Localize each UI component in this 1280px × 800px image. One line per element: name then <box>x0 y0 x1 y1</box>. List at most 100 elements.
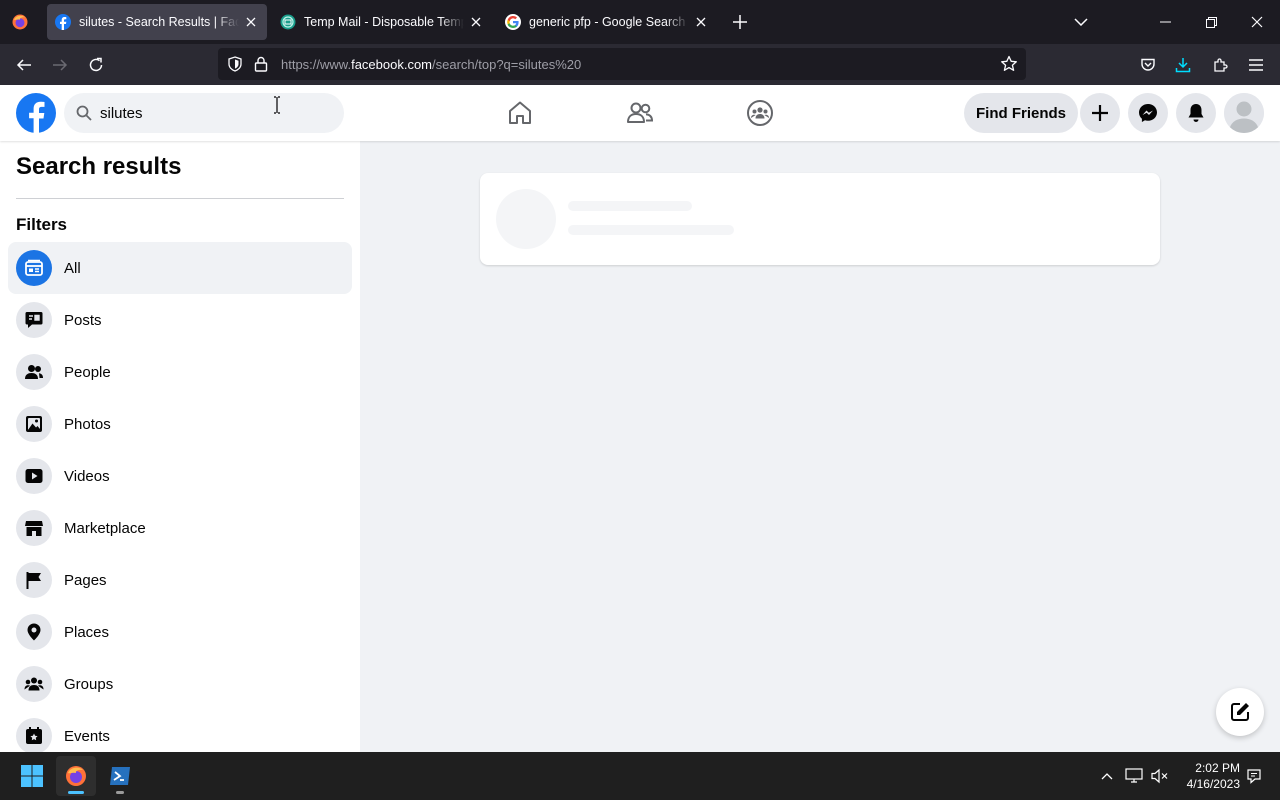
clock-date: 4/16/2023 <box>1186 777 1240 791</box>
filter-label: Videos <box>64 467 110 485</box>
home-icon <box>509 101 531 124</box>
facebook-favicon-icon <box>55 14 71 30</box>
messenger-icon <box>1139 104 1157 122</box>
search-results-sidebar: Search results Filters All Posts People … <box>0 141 360 752</box>
list-all-tabs-chevron-icon[interactable] <box>1071 12 1091 32</box>
active-app-indicator <box>68 791 84 794</box>
url-text[interactable]: https://www.facebook.com/search/top?q=si… <box>281 57 581 72</box>
skeleton-line <box>568 225 734 235</box>
posts-icon <box>16 302 52 338</box>
filter-label: People <box>64 363 111 381</box>
lock-icon[interactable] <box>254 56 268 72</box>
facebook-logo-icon[interactable] <box>16 93 56 133</box>
filter-label: Events <box>64 727 110 745</box>
browser-tab-strip: silutes - Search Results | Facebook Temp… <box>0 0 1280 44</box>
tab-facebook-search[interactable]: silutes - Search Results | Facebook <box>47 4 267 40</box>
groups-icon <box>16 666 52 702</box>
running-app-indicator <box>116 791 124 794</box>
tab-google-search[interactable]: generic pfp - Google Search <box>497 4 717 40</box>
groups-icon <box>747 100 773 126</box>
filter-videos[interactable]: Videos <box>8 450 352 502</box>
restore-window-icon[interactable] <box>1201 12 1221 32</box>
filter-marketplace[interactable]: Marketplace <box>8 502 352 554</box>
close-window-icon[interactable] <box>1247 12 1267 32</box>
tab-temp-mail[interactable]: Temp Mail - Disposable Temporary Email <box>272 4 492 40</box>
powershell-icon <box>110 767 130 785</box>
loading-result-card <box>480 173 1160 265</box>
search-results-main <box>360 141 1280 752</box>
firefox-icon <box>66 766 86 786</box>
reload-icon[interactable] <box>84 53 108 77</box>
filter-photos[interactable]: Photos <box>8 398 352 450</box>
skeleton-line <box>568 201 692 211</box>
url-host: facebook.com <box>351 57 433 72</box>
filters-heading: Filters <box>16 215 68 234</box>
groups-nav-button[interactable] <box>704 85 816 141</box>
hamburger-menu-icon[interactable] <box>1244 53 1268 77</box>
home-nav-button[interactable] <box>464 85 576 141</box>
search-input[interactable] <box>100 93 330 133</box>
browser-navigation-bar: https://www.facebook.com/search/top?q=si… <box>0 44 1280 85</box>
default-profile-icon <box>1224 93 1264 133</box>
facebook-search-box[interactable] <box>64 93 344 133</box>
taskbar-terminal[interactable] <box>100 756 140 796</box>
bookmark-star-icon[interactable] <box>1000 55 1018 73</box>
system-clock[interactable]: 2:02 PM 4/16/2023 <box>1176 760 1240 792</box>
back-arrow-icon[interactable] <box>12 53 36 77</box>
firefox-view-icon[interactable] <box>8 10 32 34</box>
start-button[interactable] <box>12 756 52 796</box>
filter-label: Photos <box>64 415 111 433</box>
filter-people[interactable]: People <box>8 346 352 398</box>
divider <box>16 198 344 199</box>
compose-icon <box>1231 703 1249 721</box>
filter-groups[interactable]: Groups <box>8 658 352 710</box>
close-tab-icon[interactable] <box>468 14 484 30</box>
volume-muted-icon[interactable] <box>1150 766 1170 786</box>
text-cursor-icon <box>272 96 282 114</box>
filter-label: All <box>64 259 81 277</box>
find-friends-button[interactable]: Find Friends <box>964 93 1078 133</box>
account-avatar[interactable] <box>1224 93 1264 133</box>
taskbar-firefox[interactable] <box>56 756 96 796</box>
windows-taskbar: 2:02 PM 4/16/2023 <box>0 752 1280 800</box>
notifications-button[interactable] <box>1176 93 1216 133</box>
close-tab-icon[interactable] <box>693 14 709 30</box>
filter-label: Places <box>64 623 110 641</box>
skeleton-avatar <box>496 189 556 249</box>
friends-nav-button[interactable] <box>584 85 696 141</box>
google-favicon-icon <box>505 14 521 30</box>
windows-logo-icon <box>21 765 43 787</box>
filter-posts[interactable]: Posts <box>8 294 352 346</box>
new-tab-plus-icon[interactable] <box>729 11 751 33</box>
filter-events[interactable]: Events <box>8 710 352 752</box>
tab-title: Temp Mail - Disposable Temporary Email <box>304 15 464 29</box>
places-icon <box>16 614 52 650</box>
filter-pages[interactable]: Pages <box>8 554 352 606</box>
downloads-icon[interactable] <box>1171 53 1195 77</box>
messenger-button[interactable] <box>1128 93 1168 133</box>
minimize-window-icon[interactable] <box>1155 12 1175 32</box>
create-button[interactable] <box>1080 93 1120 133</box>
close-tab-icon[interactable] <box>243 14 259 30</box>
show-hidden-icons-chevron-icon[interactable] <box>1097 766 1117 786</box>
facebook-header: Find Friends <box>0 85 1280 141</box>
all-results-icon <box>16 250 52 286</box>
extensions-puzzle-icon[interactable] <box>1208 53 1232 77</box>
notification-center-icon[interactable] <box>1244 766 1264 786</box>
filter-all[interactable]: All <box>8 242 352 294</box>
pages-icon <box>16 562 52 598</box>
marketplace-icon <box>16 510 52 546</box>
filter-places[interactable]: Places <box>8 606 352 658</box>
tab-title: silutes - Search Results | Facebook <box>79 15 239 29</box>
forward-arrow-icon[interactable] <box>48 53 72 77</box>
new-message-button[interactable] <box>1216 688 1264 736</box>
network-icon[interactable] <box>1124 766 1144 786</box>
friends-icon <box>627 102 654 123</box>
pocket-icon[interactable] <box>1136 53 1160 77</box>
photos-icon <box>16 406 52 442</box>
tracking-protection-shield-icon[interactable] <box>227 56 243 72</box>
clock-time: 2:02 PM <box>1195 761 1240 775</box>
people-icon <box>16 354 52 390</box>
url-bar[interactable]: https://www.facebook.com/search/top?q=si… <box>218 48 1026 80</box>
videos-icon <box>16 458 52 494</box>
